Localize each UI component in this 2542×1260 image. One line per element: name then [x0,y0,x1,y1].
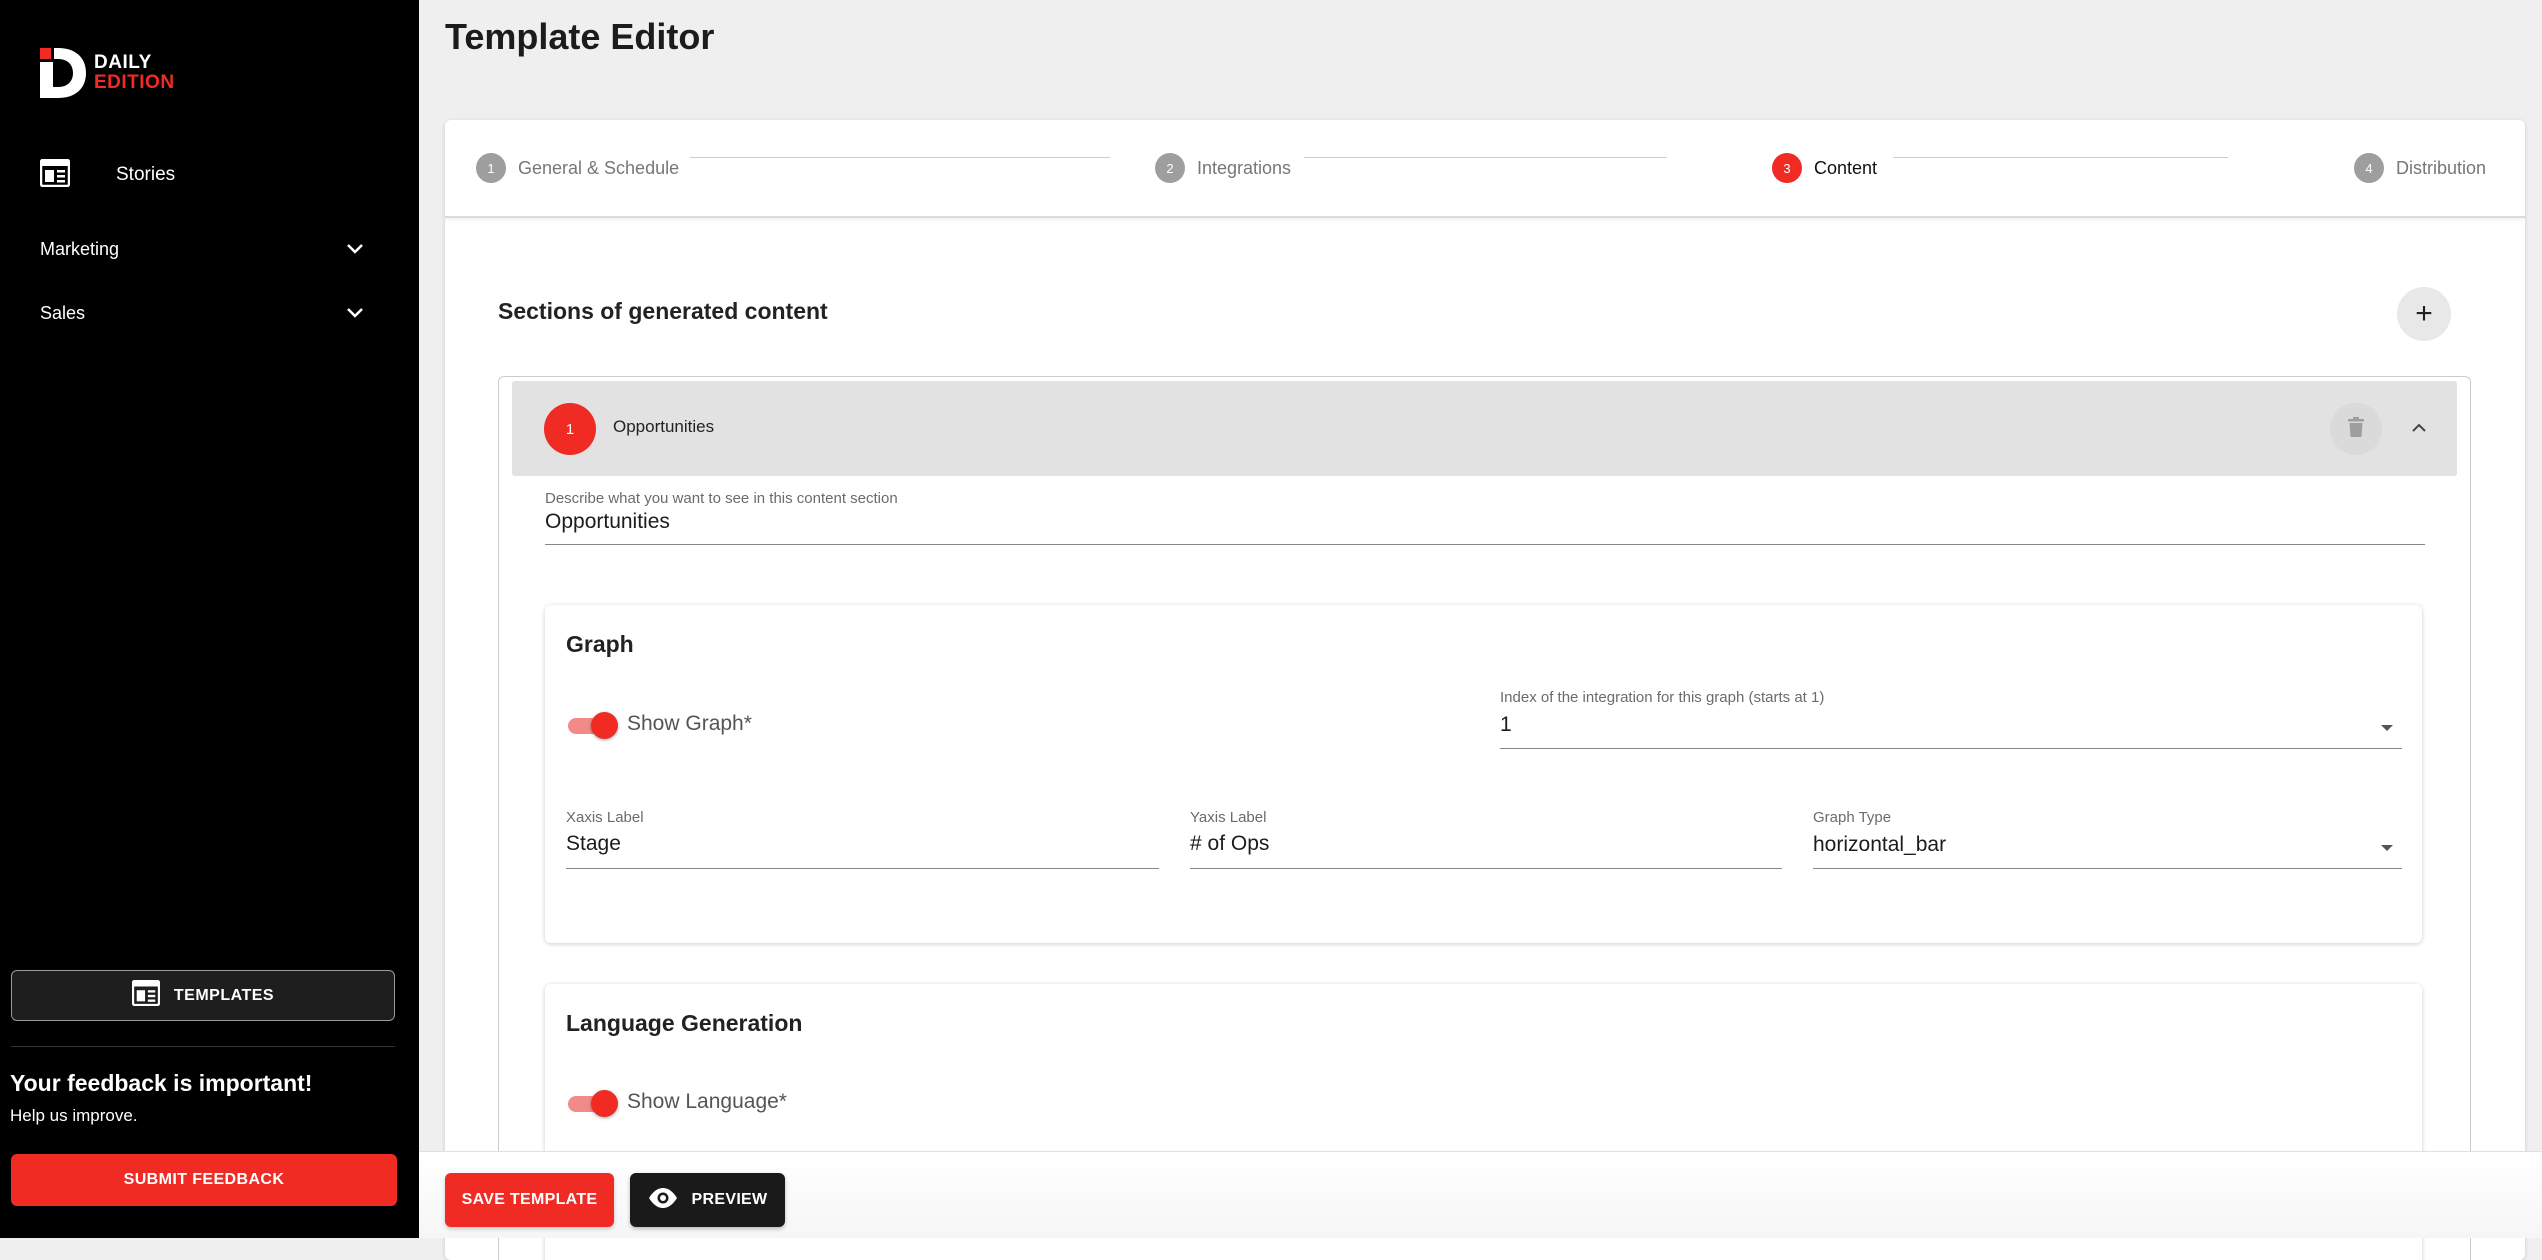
editor-card: 1 General & Schedule 2 Integrations 3 Co… [445,120,2525,1260]
add-section-button[interactable]: + [2397,287,2451,341]
step-number: 4 [2354,153,2384,183]
chevron-up-icon [2411,420,2427,438]
eye-icon [648,1187,678,1213]
graph-type-label: Graph Type [1813,809,1892,826]
graph-title: Graph [566,631,634,657]
save-template-button[interactable]: SAVE TEMPLATE [445,1173,614,1227]
sidebar: DAILY EDITION Stories Marketing Sales TE… [0,0,419,1238]
integration-index-select[interactable]: 1 [1500,713,1512,737]
show-graph-label: Show Graph* [627,712,752,735]
step-label: Distribution [2396,157,2487,178]
yaxis-input[interactable]: # of Ops [1190,832,1269,856]
sidebar-item-stories[interactable]: Stories [39,157,176,193]
graph-card: Graph Show Graph* Index of the integrati… [545,605,2422,943]
dropdown-caret-icon [2381,845,2393,851]
language-title: Language Generation [566,1010,803,1036]
logo-mark-icon [40,48,86,98]
stepper: 1 General & Schedule 2 Integrations 3 Co… [445,120,2525,218]
step-number: 1 [476,153,506,183]
delete-section-button[interactable] [2330,403,2382,455]
step-number: 3 [1772,153,1802,183]
xaxis-input-underline [566,868,1159,869]
collapse-section-button[interactable] [2407,417,2431,441]
integration-index-label: Index of the integration for this graph … [1500,689,1825,706]
describe-input[interactable]: Opportunities [545,510,670,534]
sidebar-group-marketing[interactable]: Marketing [40,234,364,264]
step-distribution[interactable]: 4 Distribution [2354,153,2486,183]
sections-title: Sections of generated content [498,298,828,324]
step-content[interactable]: 3 Content [1772,153,1877,183]
graph-type-underline [1813,868,2402,869]
brand-name: DAILY EDITION [94,53,175,93]
step-label: Integrations [1197,157,1292,178]
newspaper-icon [39,158,71,192]
sidebar-group-label: Sales [40,302,86,323]
section-name: Opportunities [613,417,715,436]
sidebar-item-label: Stories [116,164,176,185]
feedback-subtitle: Help us improve. [10,1106,138,1125]
preview-button[interactable]: PREVIEW [630,1173,785,1227]
feedback-title: Your feedback is important! [10,1070,313,1096]
chevron-down-icon [346,303,364,324]
trash-icon [2348,416,2364,442]
brand-logo[interactable]: DAILY EDITION [40,48,175,98]
content-section: 1 Opportunities Describe what you want t… [498,376,2471,1260]
xaxis-label: Xaxis Label [566,809,644,826]
newspaper-icon [131,979,161,1011]
describe-label: Describe what you want to see in this co… [545,490,898,507]
plus-icon: + [2415,297,2433,330]
stepper-connector [1304,157,1667,158]
chevron-down-icon [346,239,364,260]
page-title: Template Editor [445,16,715,57]
graph-type-select[interactable]: horizontal_bar [1813,833,1946,857]
brand-line1: DAILY [94,52,152,73]
yaxis-label: Yaxis Label [1190,809,1267,826]
toggle-thumb [591,1090,618,1117]
stepper-connector [690,157,1110,158]
describe-input-underline [545,544,2425,545]
yaxis-input-underline [1190,868,1782,869]
dropdown-caret-icon [2381,725,2393,731]
xaxis-input[interactable]: Stage [566,832,621,856]
section-number-badge: 1 [544,403,596,455]
step-label: Content [1814,157,1878,178]
step-label: General & Schedule [518,157,680,178]
sidebar-group-label: Marketing [40,238,120,259]
brand-line2: EDITION [94,72,175,93]
show-language-toggle[interactable] [566,1088,618,1118]
toggle-thumb [591,712,618,739]
sidebar-group-sales[interactable]: Sales [40,298,364,328]
section-header[interactable]: 1 Opportunities [512,381,2457,476]
sidebar-divider [11,1046,395,1047]
stepper-connector [1893,157,2228,158]
step-integrations[interactable]: 2 Integrations [1155,153,1291,183]
step-number: 2 [1155,153,1185,183]
step-general-schedule[interactable]: 1 General & Schedule [476,153,679,183]
show-graph-toggle[interactable] [566,710,618,740]
templates-button-label: TEMPLATES [173,986,275,1004]
integration-index-underline [1500,748,2402,749]
preview-button-label: PREVIEW [691,1191,768,1208]
show-language-label: Show Language* [627,1090,787,1113]
submit-feedback-button[interactable]: SUBMIT FEEDBACK [11,1154,397,1206]
templates-button[interactable]: TEMPLATES [11,970,395,1021]
